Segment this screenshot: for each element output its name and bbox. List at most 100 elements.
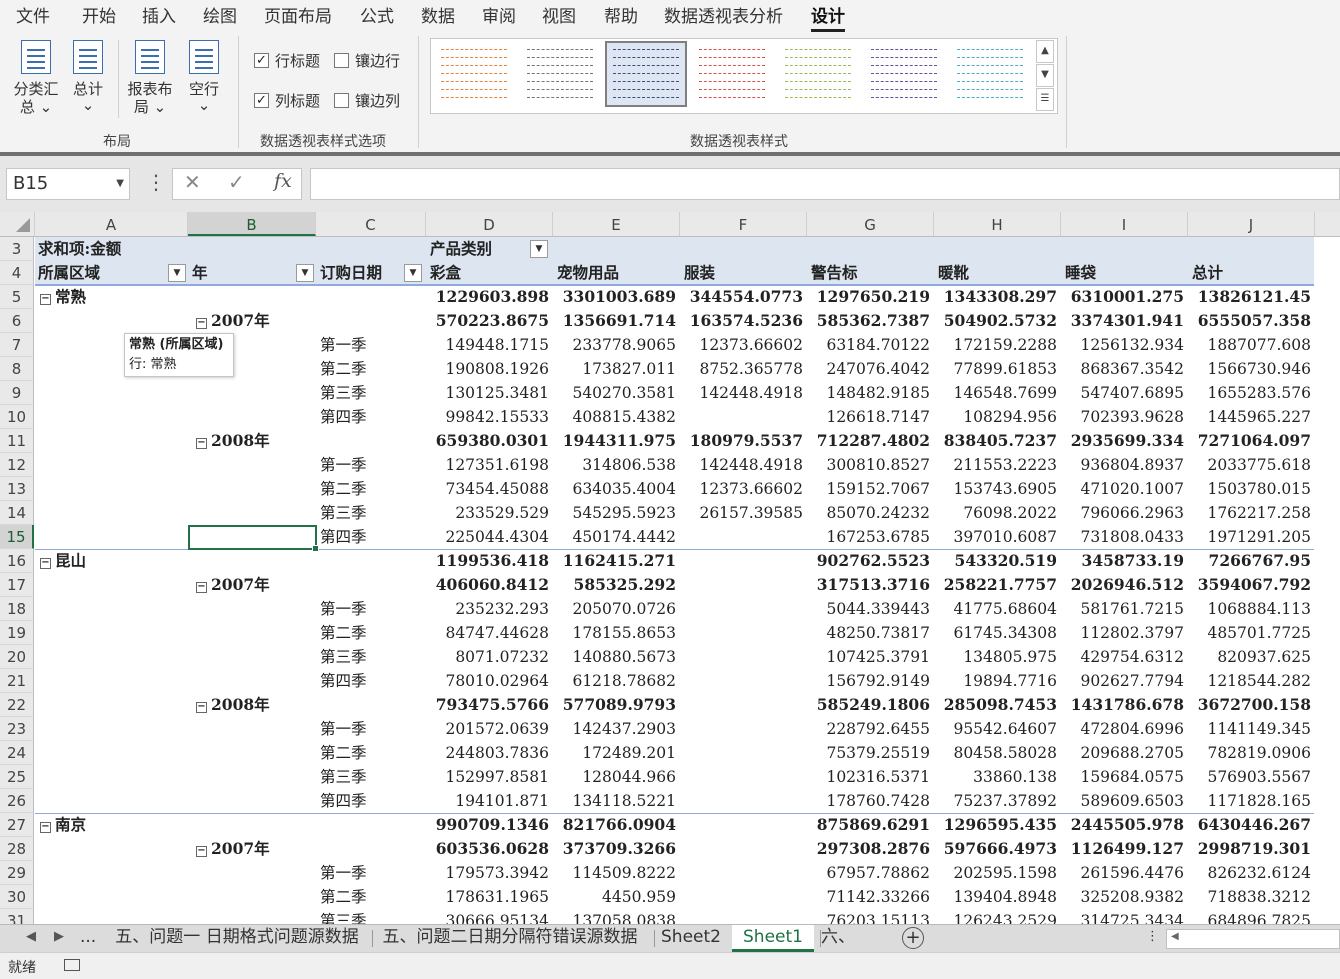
sheet-tab-0[interactable]: 五、问题一 日期格式问题源数据 — [108, 925, 366, 952]
row-header-12[interactable]: 12 — [0, 453, 34, 477]
sheet-ellipsis[interactable]: ... — [80, 925, 96, 952]
row-headers-checkbox[interactable]: ✓ 行标题 — [254, 50, 320, 71]
ribbon-tab-4[interactable]: 页面布局 — [264, 2, 332, 27]
row-header-14[interactable]: 14 — [0, 501, 34, 525]
row-header-9[interactable]: 9 — [0, 381, 34, 405]
row-header-18[interactable]: 18 — [0, 597, 34, 621]
pivot-style-swatch[interactable] — [605, 41, 687, 107]
row-header-22[interactable]: 22 — [0, 693, 34, 717]
ribbon-tab-1[interactable]: 开始 — [82, 2, 116, 27]
more-options-icon[interactable]: ⋮ — [146, 170, 166, 194]
name-box-dropdown-icon[interactable]: ▼ — [116, 169, 124, 199]
row-header-6[interactable]: 6 — [0, 309, 34, 333]
collapse-icon[interactable]: − — [40, 822, 51, 833]
column-header-f[interactable]: F — [680, 212, 807, 236]
column-header-j[interactable]: J — [1188, 212, 1315, 236]
column-header-e[interactable]: E — [553, 212, 680, 236]
year-label[interactable]: −2007年 — [196, 837, 270, 861]
row-header-31[interactable]: 31 — [0, 909, 34, 924]
row-header-7[interactable]: 7 — [0, 333, 34, 357]
row-header-4[interactable]: 4 — [0, 261, 34, 285]
row-header-29[interactable]: 29 — [0, 861, 34, 885]
column-header-h[interactable]: H — [934, 212, 1061, 236]
row-header-30[interactable]: 30 — [0, 885, 34, 909]
row-header-8[interactable]: 8 — [0, 357, 34, 381]
column-header-g[interactable]: G — [807, 212, 934, 236]
collapse-icon[interactable]: − — [196, 582, 207, 593]
select-all-corner[interactable] — [0, 212, 35, 236]
column-filter-button[interactable]: ▼ — [530, 240, 548, 258]
ribbon-tab-9[interactable]: 帮助 — [604, 2, 638, 27]
add-sheet-button[interactable]: + — [902, 927, 924, 949]
grand-totals-button[interactable]: 总计 ⌄ — [68, 40, 108, 114]
gallery-up-button[interactable]: ▲ — [1036, 40, 1054, 63]
sheet-tab-2[interactable]: Sheet2 — [654, 925, 728, 952]
region-label[interactable]: − 昆山 — [40, 549, 86, 573]
gallery-more-button[interactable]: ☰ — [1036, 88, 1054, 111]
row-header-28[interactable]: 28 — [0, 837, 34, 861]
year-label[interactable]: −2007年 — [196, 309, 270, 333]
sheet-tab-4[interactable]: 六、 — [816, 925, 860, 952]
collapse-icon[interactable]: − — [196, 702, 207, 713]
year-label[interactable]: −2008年 — [196, 429, 270, 453]
banded-rows-checkbox[interactable]: 镶边行 — [334, 50, 400, 71]
banded-columns-checkbox[interactable]: 镶边列 — [334, 90, 400, 111]
next-sheet-icon[interactable]: ▶ — [54, 929, 64, 944]
row-header-10[interactable]: 10 — [0, 405, 34, 429]
insert-function-icon[interactable]: fx — [274, 170, 292, 192]
pivot-style-swatch[interactable] — [435, 43, 513, 105]
accessibility-icon[interactable] — [64, 959, 80, 971]
ribbon-tab-6[interactable]: 数据 — [421, 2, 455, 27]
pivot-style-swatch[interactable] — [951, 43, 1029, 105]
pivot-style-swatch[interactable] — [779, 43, 857, 105]
collapse-icon[interactable]: − — [196, 846, 207, 857]
pivot-style-swatch[interactable] — [521, 43, 599, 105]
collapse-icon[interactable]: − — [40, 558, 51, 569]
active-cell-b15[interactable] — [188, 525, 319, 552]
prev-sheet-icon[interactable]: ◀ — [26, 929, 36, 944]
row-header-26[interactable]: 26 — [0, 789, 34, 813]
row-header-16[interactable]: 16 — [0, 549, 34, 573]
row-header-15[interactable]: 15 — [0, 525, 34, 549]
ribbon-tab-0[interactable]: 文件 — [16, 2, 50, 27]
column-header-b[interactable]: B — [188, 212, 316, 236]
collapse-icon[interactable]: − — [40, 294, 51, 305]
horizontal-scrollbar[interactable]: ◀ — [1166, 929, 1340, 949]
column-header-i[interactable]: I — [1061, 212, 1188, 236]
row-header-20[interactable]: 20 — [0, 645, 34, 669]
sheet-options-icon[interactable]: ⋮ — [1146, 929, 1159, 944]
ribbon-tab-3[interactable]: 绘图 — [203, 2, 237, 27]
ribbon-tab-8[interactable]: 视图 — [542, 2, 576, 27]
row-header-3[interactable]: 3 — [0, 237, 34, 261]
gallery-down-button[interactable]: ▼ — [1036, 64, 1054, 87]
ribbon-tab-11[interactable]: 设计 — [811, 2, 845, 32]
row-header-21[interactable]: 21 — [0, 669, 34, 693]
row-header-19[interactable]: 19 — [0, 621, 34, 645]
formula-input[interactable] — [310, 168, 1340, 200]
sheet-tab-3[interactable]: Sheet1 — [732, 925, 814, 952]
region-label[interactable]: − 常熟 — [40, 285, 86, 309]
year-label[interactable]: −2008年 — [196, 693, 270, 717]
ribbon-tab-7[interactable]: 审阅 — [482, 2, 516, 27]
region-filter-button[interactable]: ▼ — [168, 264, 186, 282]
ribbon-tab-10[interactable]: 数据透视表分析 — [664, 2, 783, 27]
year-filter-button[interactable]: ▼ — [296, 264, 314, 282]
column-header-d[interactable]: D — [426, 212, 553, 236]
enter-icon[interactable]: ✓ — [228, 170, 245, 194]
report-layout-button[interactable]: 报表布 局 ⌄ — [126, 40, 174, 117]
blank-rows-button[interactable]: 空行 ⌄ — [184, 40, 224, 114]
column-headers-checkbox[interactable]: ✓ 列标题 — [254, 90, 320, 111]
name-box[interactable]: B15 ▼ — [6, 168, 130, 200]
collapse-icon[interactable]: − — [196, 318, 207, 329]
region-label[interactable]: − 南京 — [40, 813, 86, 837]
worksheet-grid[interactable]: ABCDEFGHIJ 3 4 求和项:金额 产品类别 ▼ 所属区域 年 订购日期 彩盒 宠物用品 服… — [0, 212, 1340, 924]
row-header-27[interactable]: 27 — [0, 813, 34, 837]
column-header-a[interactable]: A — [35, 212, 188, 236]
cancel-icon[interactable]: ✕ — [184, 170, 201, 194]
ribbon-tab-5[interactable]: 公式 — [360, 2, 394, 27]
row-header-25[interactable]: 25 — [0, 765, 34, 789]
date-filter-button[interactable]: ▼ — [404, 264, 422, 282]
sheet-tab-1[interactable]: 五、问题二日期分隔符错误源数据 — [372, 925, 648, 952]
row-header-24[interactable]: 24 — [0, 741, 34, 765]
collapse-icon[interactable]: − — [196, 438, 207, 449]
